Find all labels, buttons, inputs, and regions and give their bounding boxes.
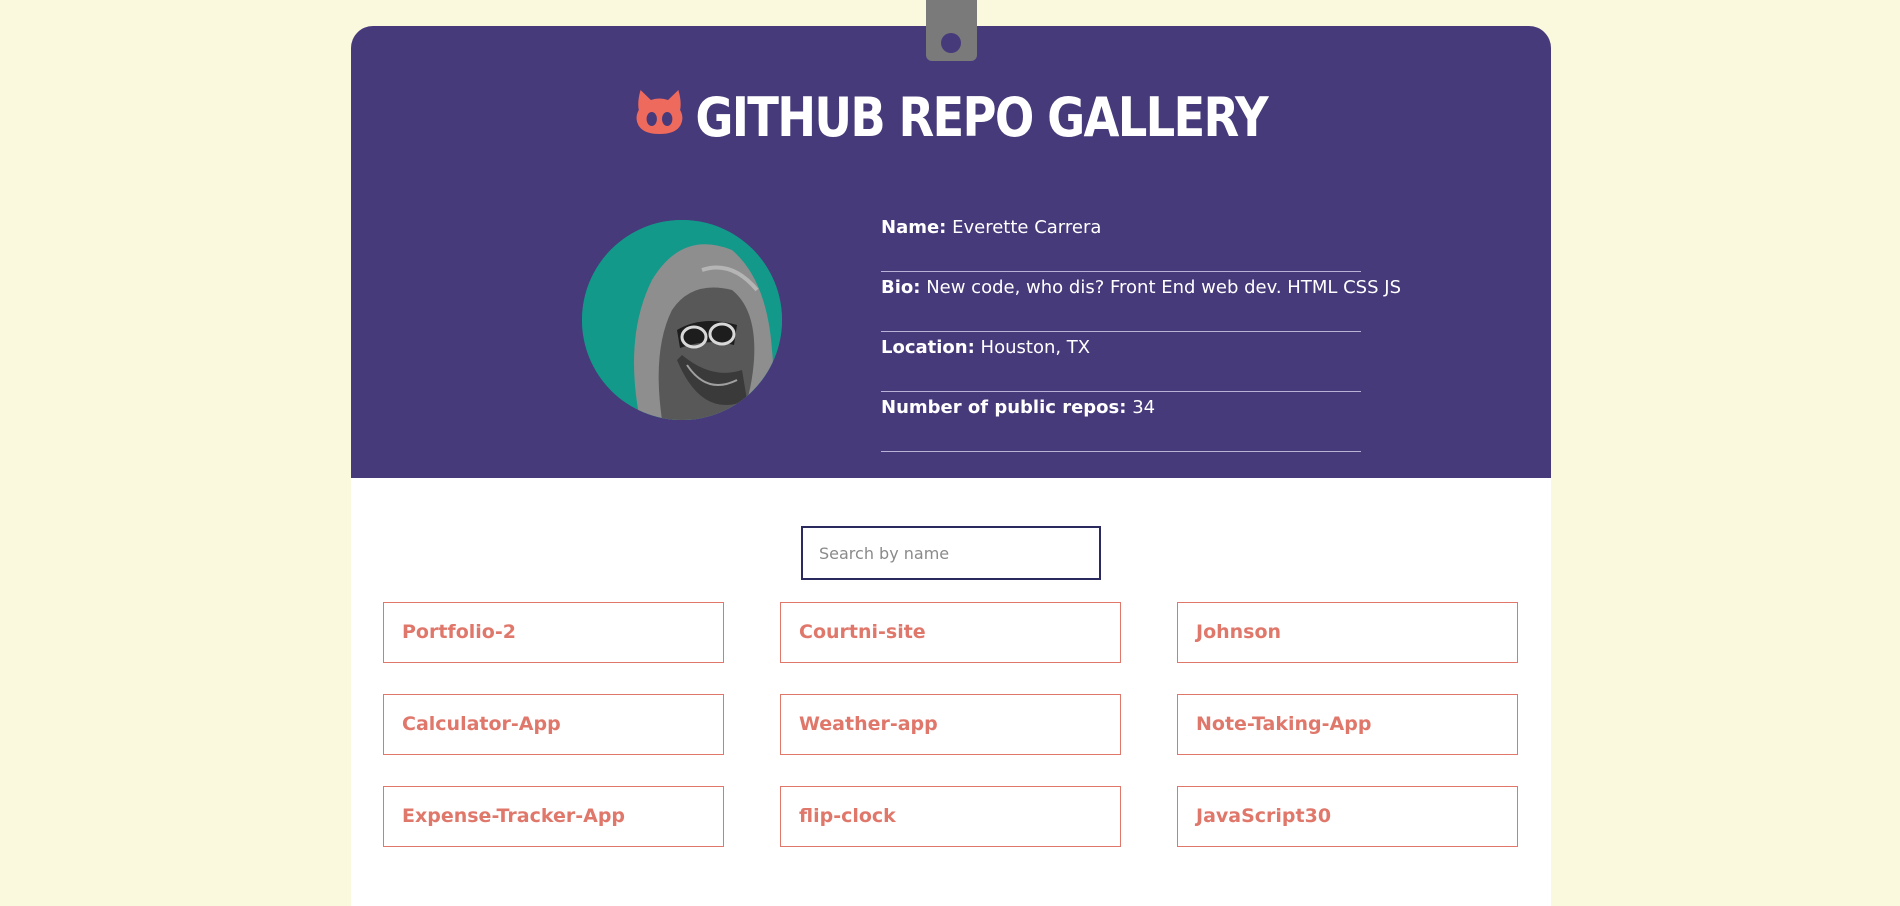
repo-item[interactable]: Weather-app bbox=[780, 694, 1121, 755]
profile-repos-value: 34 bbox=[1132, 397, 1156, 418]
profile-bio-row: Bio: New code, who dis? Front End web de… bbox=[881, 272, 1401, 332]
repo-item[interactable]: Portfolio-2 bbox=[383, 602, 724, 663]
search-input[interactable] bbox=[801, 526, 1101, 580]
gallery-card: GITHUB REPO GALLERY Name: Everette Carre… bbox=[351, 0, 1551, 906]
repo-item[interactable]: JavaScript30 bbox=[1177, 786, 1518, 847]
profile-info: Name: Everette Carrera Bio: New code, wh… bbox=[881, 212, 1401, 452]
page-title: GITHUB REPO GALLERY bbox=[435, 86, 1467, 153]
page-title-text: GITHUB REPO GALLERY bbox=[695, 86, 1268, 149]
repo-item[interactable]: flip-clock bbox=[780, 786, 1121, 847]
profile-bio-value: New code, who dis? Front End web dev. HT… bbox=[926, 277, 1401, 298]
profile-name-row: Name: Everette Carrera bbox=[881, 212, 1361, 272]
repo-item[interactable]: Courtni-site bbox=[780, 602, 1121, 663]
profile-header: GITHUB REPO GALLERY Name: Everette Carre… bbox=[351, 26, 1551, 478]
github-octocat-icon bbox=[635, 86, 683, 149]
profile-repos-row: Number of public repos: 34 bbox=[881, 392, 1361, 452]
repo-item[interactable]: Note-Taking-App bbox=[1177, 694, 1518, 755]
repo-item[interactable]: Expense-Tracker-App bbox=[383, 786, 724, 847]
repo-item[interactable]: Johnson bbox=[1177, 602, 1518, 663]
profile-name-value: Everette Carrera bbox=[952, 217, 1102, 238]
profile-location-row: Location: Houston, TX bbox=[881, 332, 1361, 392]
avatar bbox=[582, 220, 782, 420]
profile-location-value: Houston, TX bbox=[980, 337, 1091, 358]
repo-list-area: Portfolio-2 Courtni-site Johnson Calcula… bbox=[351, 478, 1551, 906]
profile-location-label: Location: bbox=[881, 337, 975, 358]
hanger-hole bbox=[941, 33, 961, 53]
profile-name-label: Name: bbox=[881, 217, 947, 238]
profile-bio-label: Bio: bbox=[881, 277, 921, 298]
hanger-tab bbox=[926, 0, 977, 61]
repo-item[interactable]: Calculator-App bbox=[383, 694, 724, 755]
profile-repos-label: Number of public repos: bbox=[881, 397, 1127, 418]
